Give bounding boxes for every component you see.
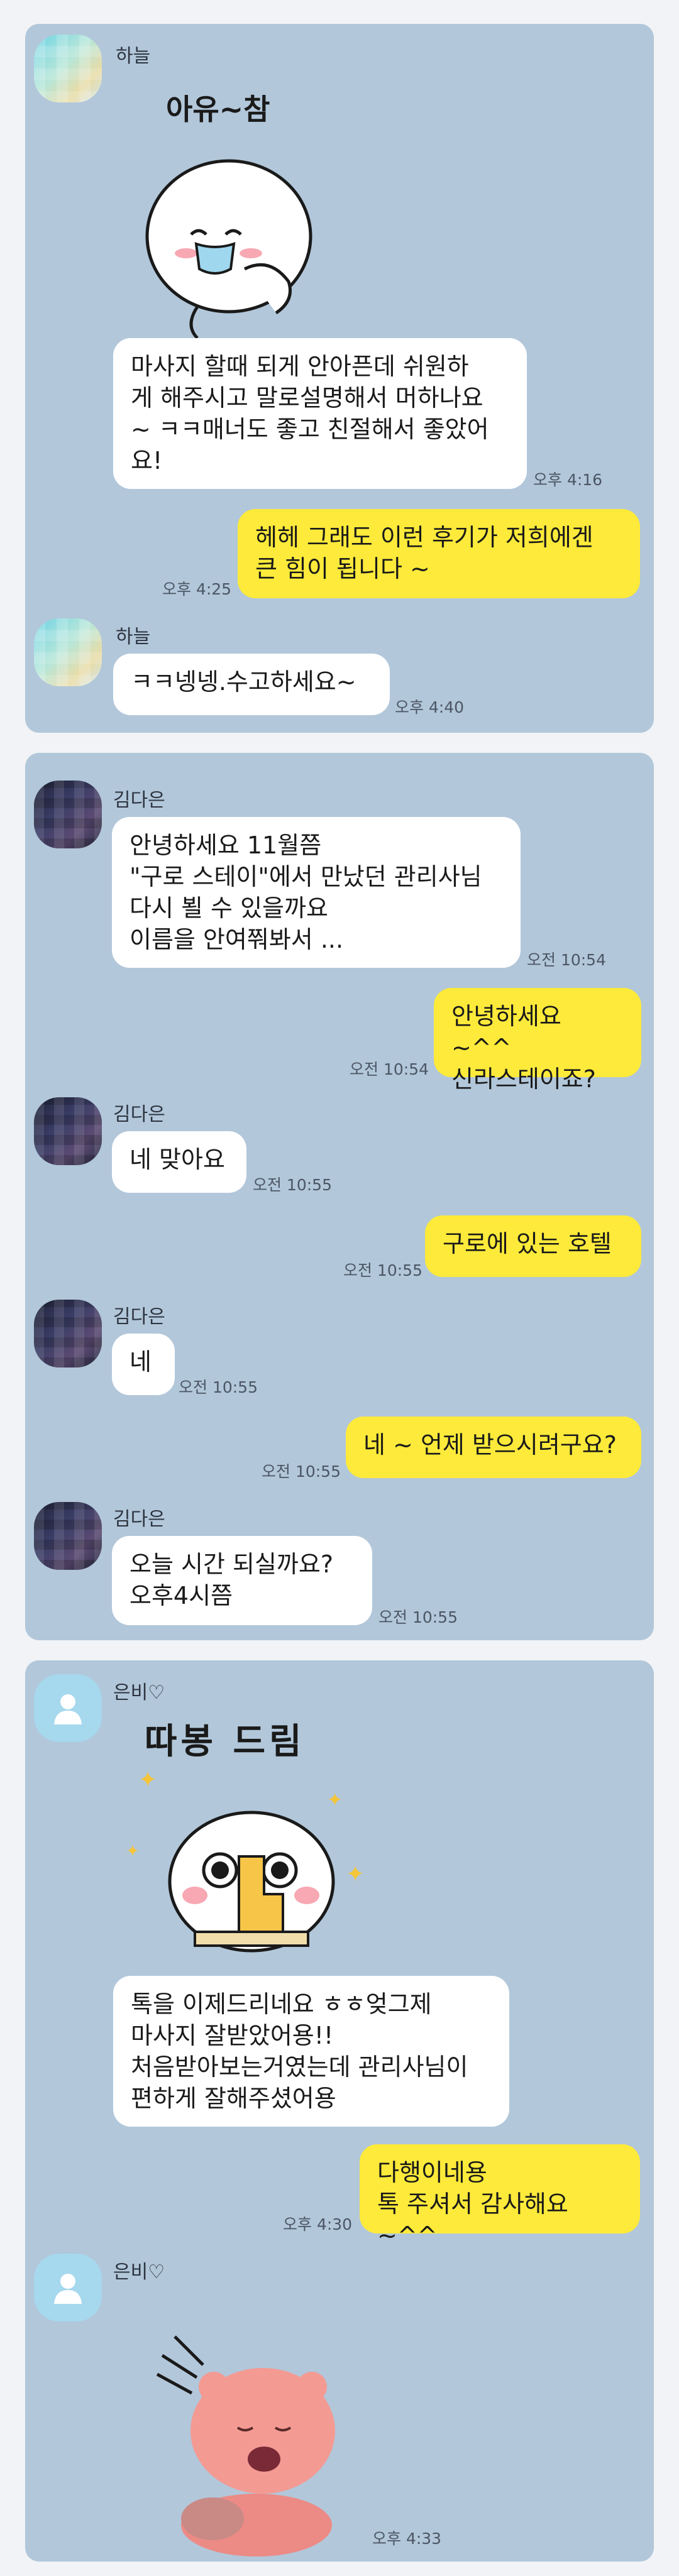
message-time: 오전 10:55	[378, 1608, 458, 1626]
reply-bubble[interactable]: 헤헤 그래도 이런 후기가 저희에겐 큰 힘이 됩니다 ~	[238, 509, 640, 598]
reply-time: 오후 4:25	[162, 580, 232, 598]
message-bubble[interactable]: 톡을 이제드리네요 ㅎㅎ엊그제 마사지 잘받았어용!! 처음받아보는거였는데 관…	[113, 1976, 509, 2127]
reply-bubble[interactable]: 네 ~ 언제 받으시려구요?	[346, 1417, 641, 1478]
chat-card-eunbi: 은비♡ 따봉 드림 ✦ ✦ ✦ ✦ 톡을 이제드리네요 ㅎㅎ엊그제 마사지 잘받…	[25, 1660, 654, 2562]
svg-text:✦: ✦	[126, 1842, 140, 1861]
default-profile-icon	[54, 2274, 82, 2304]
sticker-ayu: 아유~참	[116, 87, 355, 351]
message-time: 오후 4:16	[533, 471, 603, 489]
sender-name: 김다은	[113, 1508, 165, 1530]
reply-time: 오후 4:30	[283, 2215, 353, 2233]
message-bubble[interactable]: 마사지 할때 되게 안아픈데 쉬원하 게 해주시고 말로설명해서 머하나요 ~ …	[113, 338, 527, 489]
sticker-caption: 아유~참	[166, 92, 270, 126]
message-bubble[interactable]: 오늘 시간 되실까요? 오후4시쯤	[112, 1536, 372, 1625]
avatar[interactable]	[34, 618, 102, 686]
sticker-character-icon	[145, 159, 312, 339]
sticker-pink-beaver-icon	[156, 2335, 335, 2557]
avatar[interactable]	[34, 1674, 102, 1742]
reply-time: 오전 10:55	[343, 1261, 422, 1280]
message-bubble[interactable]: 안녕하세요 11월쯤 "구로 스테이"에서 만났던 관리사님 다시 뵐 수 있을…	[112, 817, 521, 968]
sticker-ddabong: 따봉 드림 ✦ ✦ ✦ ✦	[119, 1713, 384, 1965]
reply-bubble[interactable]: 다행이네용 톡 주셔서 감사해요 ~^^	[360, 2144, 640, 2249]
svg-text:✦: ✦	[327, 1789, 343, 1811]
svg-text:✦: ✦	[346, 1861, 365, 1887]
message-time: 오후 4:40	[395, 698, 465, 716]
avatar[interactable]	[34, 1502, 102, 1570]
chat-card-kimdaeun: 김다은 안녕하세요 11월쯤 "구로 스테이"에서 만났던 관리사님 다시 뵐 …	[25, 753, 654, 1640]
sticker-thumbs-up-icon: ✦ ✦ ✦ ✦	[126, 1767, 365, 1953]
message-bubble[interactable]: 네 맞아요	[112, 1131, 246, 1193]
reply-time: 오전 10:54	[350, 1060, 429, 1078]
avatar[interactable]	[34, 781, 102, 848]
reply-time: 오전 10:55	[262, 1462, 341, 1481]
reply-bubble[interactable]: 구로에 있는 호텔	[425, 1215, 641, 1277]
message-time: 오후 4:33	[372, 2529, 442, 2548]
sticker-caption: 따봉 드림	[145, 1721, 306, 1762]
message-bubble[interactable]: 네	[112, 1334, 175, 1395]
avatar[interactable]	[34, 2254, 102, 2321]
chat-card-haneul: 하늘 아유~참 마사지 할때 되게 안아픈데 쉬원하 게 해주시고 말로설명해서…	[25, 24, 654, 733]
sender-name: 하늘	[116, 45, 151, 67]
sender-name: 하늘	[116, 626, 151, 648]
sender-name: 김다은	[113, 1306, 165, 1328]
avatar[interactable]	[34, 35, 102, 102]
message-time: 오전 10:55	[253, 1176, 332, 1194]
avatar[interactable]	[34, 1097, 102, 1165]
avatar[interactable]	[34, 1300, 102, 1367]
reply-bubble[interactable]: 안녕하세요 ~^^ 신라스테이죠?	[434, 988, 641, 1093]
message-time: 오전 10:55	[179, 1378, 258, 1396]
sender-name: 김다은	[113, 789, 165, 811]
sender-name: 김다은	[113, 1104, 165, 1126]
svg-text:✦: ✦	[138, 1767, 157, 1793]
sender-name: 은비♡	[113, 2261, 165, 2283]
message-bubble[interactable]: ㅋㅋ넹넹.수고하세요~	[113, 654, 390, 715]
message-time: 오전 10:54	[527, 951, 606, 969]
default-profile-icon	[54, 1694, 82, 1724]
sender-name: 은비♡	[113, 1682, 165, 1704]
